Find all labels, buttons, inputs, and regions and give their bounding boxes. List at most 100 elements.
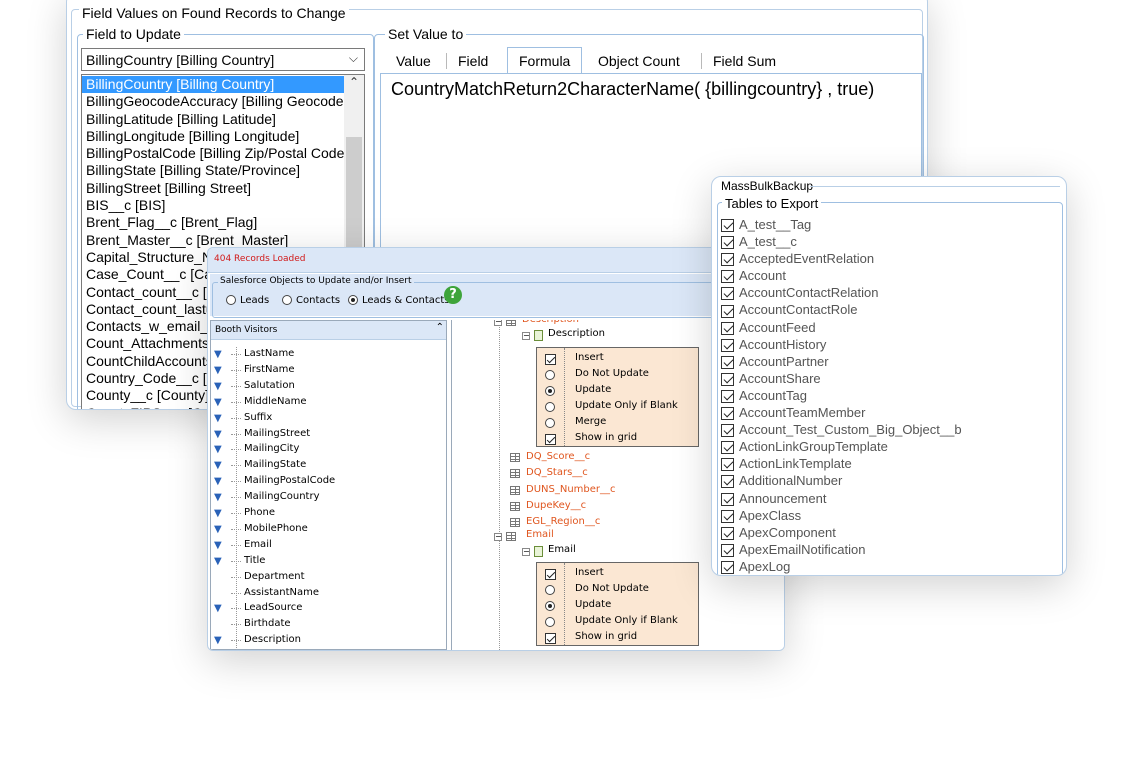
tree-node-field[interactable]: DUNS_Number__c [526,484,616,495]
booth-field-row[interactable]: ▼ MailingCountry [211,489,446,505]
tree-node-field[interactable]: DQ_Score__c [526,451,590,462]
table-export-checkbox[interactable] [721,509,734,523]
booth-field-row[interactable]: Birthdate [211,616,446,632]
booth-visitors-list[interactable]: Booth Visitors ⌃ ▼ LastName ▼ FirstName ▼ Sal… [210,320,447,650]
tree-node-field[interactable]: DupeKey__c [526,500,586,511]
table-export-row[interactable]: Announcement [721,490,1051,507]
field-list-item[interactable]: BillingPostalCode [Billing Zip/Postal Co… [82,145,344,162]
field-list-item[interactable]: BillingState [Billing State/Province] [82,162,344,179]
table-export-row[interactable]: AccountTeamMember [721,404,1051,421]
field-list-item[interactable]: BillingStreet [Billing Street] [82,180,344,197]
table-export-row[interactable]: A_test__Tag [721,216,1051,233]
radio-button[interactable] [545,617,555,627]
booth-field-row[interactable]: ▼ MobilePhone [211,521,446,537]
radio-leads-contacts[interactable]: Leads & Contacts [348,295,450,306]
table-export-checkbox[interactable] [721,441,734,455]
question-circle-icon[interactable]: ? [444,286,462,304]
booth-field-row[interactable]: ▼ MailingStreet [211,426,446,442]
table-export-checkbox[interactable] [721,372,734,386]
table-export-row[interactable]: AccountHistory [721,336,1051,353]
field-list-item[interactable]: Brent_Flag__c [Brent_Flag] [82,214,344,231]
booth-field-row[interactable]: ▼ LastName [211,346,446,362]
table-export-checkbox[interactable] [721,526,734,540]
table-export-checkbox[interactable] [721,321,734,335]
table-export-row[interactable]: ApexComponent [721,524,1051,541]
booth-field-row[interactable]: AssistantName [211,585,446,601]
table-export-row[interactable]: AccountPartner [721,353,1051,370]
table-export-checkbox[interactable] [721,475,734,489]
table-export-checkbox[interactable] [721,390,734,403]
tree-node-field[interactable]: EGL_Region__c [526,516,600,527]
radio-dot[interactable] [348,295,358,305]
table-export-checkbox[interactable] [721,219,734,233]
booth-field-row[interactable]: ▼ Description [211,632,446,648]
table-export-row[interactable]: ActionLinkGroupTemplate [721,438,1051,455]
booth-field-row[interactable]: ▼ FirstName [211,362,446,378]
tab-field[interactable]: Field [447,49,499,73]
collapse-node-icon[interactable]: − [494,533,502,541]
table-export-row[interactable]: ApexEmailNotification [721,541,1051,558]
field-list-item[interactable]: BillingLongitude [Billing Longitude] [82,128,344,145]
radio-button[interactable] [545,585,555,595]
booth-field-row[interactable]: ▼ MailingState [211,457,446,473]
field-list-item[interactable]: BIS__c [BIS] [82,197,344,214]
booth-field-row[interactable]: ▼ MailingPostalCode [211,473,446,489]
field-to-update-dropdown[interactable]: BillingCountry [Billing Country] ⌵ [81,48,365,71]
field-list-item[interactable]: BillingLatitude [Billing Latitude] [82,111,344,128]
radio-leads[interactable]: Leads [226,295,269,306]
table-export-row[interactable]: Account_Test_Custom_Big_Object__b [721,421,1051,438]
tree-node-email-child[interactable]: Email [548,544,576,555]
collapse-node-icon[interactable]: − [494,320,502,326]
booth-field-row[interactable]: ▼ Email [211,537,446,553]
table-export-checkbox[interactable] [721,236,734,250]
booth-field-row[interactable]: ▼ Title [211,553,446,569]
table-export-checkbox[interactable] [721,304,734,318]
radio-button[interactable] [545,402,555,412]
table-export-row[interactable]: AdditionalNumber [721,472,1051,489]
radio-button[interactable] [545,370,555,380]
table-export-checkbox[interactable] [721,338,734,352]
checkbox[interactable] [545,433,556,445]
table-export-row[interactable]: AccountFeed [721,319,1051,336]
table-export-checkbox[interactable] [721,458,734,472]
tab-object-count[interactable]: Object Count [587,49,691,73]
tree-node-field[interactable]: DQ_Stars__c [526,467,588,478]
checkbox[interactable] [545,568,556,580]
table-export-checkbox[interactable] [721,355,734,369]
booth-field-row[interactable]: ▼ LeadSource [211,600,446,616]
table-export-checkbox[interactable] [721,492,734,506]
radio-dot[interactable] [282,295,292,305]
table-export-checkbox[interactable] [721,560,734,574]
radio-button[interactable] [545,601,555,611]
table-export-checkbox[interactable] [721,270,734,284]
booth-field-row[interactable]: ▼ MiddleName [211,394,446,410]
field-list-item-selected[interactable]: BillingCountry [Billing Country] [82,76,344,94]
booth-field-row[interactable]: Department [211,569,446,585]
table-export-checkbox[interactable] [721,543,734,557]
table-export-row[interactable]: A_test__c [721,233,1051,250]
tree-node-description[interactable]: Description [522,320,579,325]
tab-formula[interactable]: Formula [507,47,583,75]
tree-node-description-child[interactable]: Description [548,328,605,339]
radio-contacts[interactable]: Contacts [282,295,340,306]
tab-value[interactable]: Value [385,49,442,73]
checkbox[interactable] [545,353,556,365]
table-export-row[interactable]: AccountContactRole [721,301,1051,318]
table-export-row[interactable]: AccountContactRelation [721,284,1051,301]
booth-field-row[interactable]: ▼ MailingCity [211,441,446,457]
radio-button[interactable] [545,386,555,396]
radio-dot[interactable] [226,295,236,305]
table-export-checkbox[interactable] [721,424,734,438]
scroll-up-icon[interactable]: ⌃ [349,75,359,89]
field-list-item[interactable]: BillingGeocodeAccuracy [Billing Geocode [82,93,344,110]
table-export-row[interactable]: AcceptedEventRelation [721,250,1051,267]
table-export-checkbox[interactable] [721,287,734,301]
table-export-row[interactable]: AccountTag [721,387,1051,404]
table-export-row[interactable]: ActionLinkTemplate [721,455,1051,472]
collapse-node-icon[interactable]: − [522,332,530,340]
collapse-icon[interactable]: ⌃ [436,322,444,333]
table-export-row[interactable]: ApexLog [721,558,1051,575]
collapse-node-icon[interactable]: − [522,548,530,556]
table-export-checkbox[interactable] [721,407,734,421]
booth-field-row[interactable]: ▼ Phone [211,505,446,521]
